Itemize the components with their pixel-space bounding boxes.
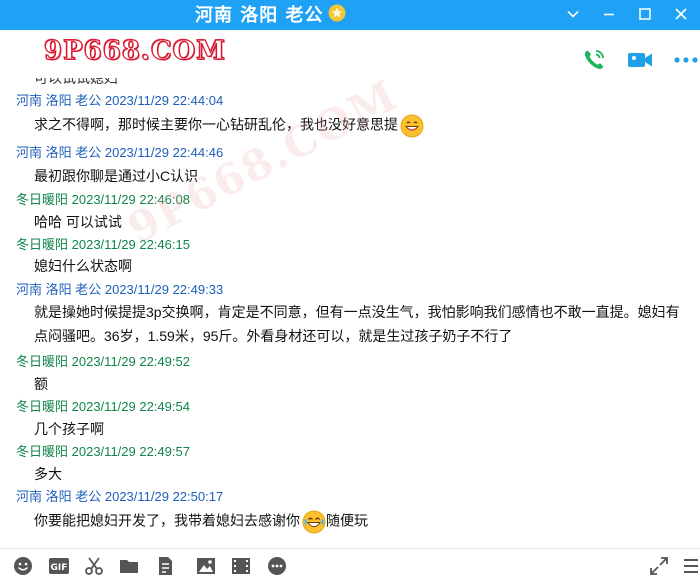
maximize-icon[interactable] [634, 3, 656, 25]
message-time: 2023/11/29 22:49:52 [71, 354, 190, 369]
message-text: 你要能把媳妇开发了，我带着媳妇去感谢你 随便玩 [34, 510, 368, 534]
message-header: 冬日暖阳 2023/11/29 22:46:08 [16, 189, 190, 208]
video-call-icon[interactable] [626, 46, 654, 74]
site-logo: 9P668.COM [43, 35, 227, 66]
doc-icon[interactable] [154, 555, 176, 577]
sender-name: 冬日暖阳 [16, 354, 69, 369]
more-icon[interactable] [266, 555, 288, 577]
message-time: 2023/11/29 22:46:15 [71, 237, 190, 252]
message-header: 冬日暖阳 2023/11/29 22:49:57 [16, 441, 190, 460]
sender-name: 河南 洛阳 老公 [16, 282, 102, 297]
message-time: 2023/11/29 22:44:04 [104, 93, 224, 108]
message-text-content: 求之不得啊，那时候主要你一心钻研乱伦，我也没好意思提 [34, 116, 398, 133]
message-text-continued: 点闷骚吧。36岁，1.59米，95斤。外看身材还可以，就是生过孩子奶子不行了 [34, 328, 513, 344]
message-time: 2023/11/29 22:46:08 [71, 192, 190, 207]
sender-name: 冬日暖阳 [16, 399, 69, 414]
dropdown-chevron-icon[interactable] [562, 3, 584, 25]
sender-name: 冬日暖阳 [16, 192, 69, 207]
message-text-after: 随便玩 [326, 512, 368, 529]
minimize-icon[interactable] [598, 3, 620, 25]
message-text: 哈哈 可以试试 [34, 214, 122, 230]
sender-name: 冬日暖阳 [16, 237, 69, 252]
input-toolbar: GIF [0, 548, 700, 577]
window-controls [562, 3, 692, 25]
message-text: 几个孩子啊 [34, 421, 104, 437]
message-header: 河南 洛阳 老公 2023/11/29 22:50:17 [16, 486, 223, 505]
message-header: 冬日暖阳 2023/11/29 22:49:52 [16, 351, 190, 370]
scissors-icon[interactable] [83, 555, 105, 577]
more-options-icon[interactable] [672, 46, 700, 74]
window-title: 河南 洛阳 老公 [195, 5, 324, 26]
message-header: 河南 洛阳 老公 2023/11/29 22:44:46 [16, 142, 223, 161]
message-time: 2023/11/29 22:49:57 [71, 444, 190, 459]
gif-icon[interactable]: GIF [47, 555, 71, 577]
grin-emoji-icon [400, 114, 424, 138]
message-time: 2023/11/29 22:49:54 [71, 399, 190, 414]
message-header: 冬日暖阳 2023/11/29 22:49:54 [16, 396, 190, 415]
expand-icon[interactable] [648, 555, 670, 577]
sender-name: 河南 洛阳 老公 [16, 145, 102, 160]
image-icon[interactable] [195, 555, 217, 577]
message-text: 最初跟你聊是通过小C认识 [34, 168, 199, 184]
message-text: 求之不得啊，那时候主要你一心钻研乱伦，我也没好意思提 [34, 114, 424, 138]
message-text: 就是操她时候提提3p交换啊，肯定是不同意，但有一点没生气，我怕影响我们感情也不敢… [34, 304, 680, 320]
message-text: 可以试试媳妇 [34, 78, 118, 86]
message-time: 2023/11/29 22:50:17 [104, 489, 224, 504]
sender-name: 河南 洛阳 老公 [16, 489, 102, 504]
title-bar: 河南 洛阳 老公 [0, 0, 700, 30]
sender-name: 冬日暖阳 [16, 444, 69, 459]
menu-icon[interactable] [680, 555, 700, 577]
chat-history[interactable]: 可以试试媳妇 河南 洛阳 老公 2023/11/29 22:44:04 求之不得… [0, 78, 700, 548]
close-icon[interactable] [670, 3, 692, 25]
message-time: 2023/11/29 22:44:46 [104, 145, 224, 160]
emoji-icon[interactable] [12, 555, 34, 577]
call-actions [580, 46, 700, 74]
message-header: 冬日暖阳 2023/11/29 22:46:15 [16, 234, 190, 253]
message-time: 2023/11/29 22:49:33 [104, 282, 224, 297]
title-wrap: 河南 洛阳 老公 [195, 2, 346, 26]
svg-text:GIF: GIF [51, 563, 68, 573]
message-text: 媳妇什么状态啊 [34, 258, 132, 274]
laugh-cry-emoji-icon [302, 510, 326, 534]
message-text: 额 [34, 376, 48, 392]
message-header: 河南 洛阳 老公 2023/11/29 22:49:33 [16, 279, 223, 298]
message-text: 多大 [34, 466, 62, 482]
folder-icon[interactable] [118, 555, 140, 577]
message-text-content: 你要能把媳妇开发了，我带着媳妇去感谢你 [34, 512, 300, 529]
video-file-icon[interactable] [230, 555, 252, 577]
phone-call-icon[interactable] [580, 46, 608, 74]
message-header: 河南 洛阳 老公 2023/11/29 22:44:04 [16, 90, 223, 109]
sender-name: 河南 洛阳 老公 [16, 93, 102, 108]
star-badge-icon [328, 4, 346, 22]
